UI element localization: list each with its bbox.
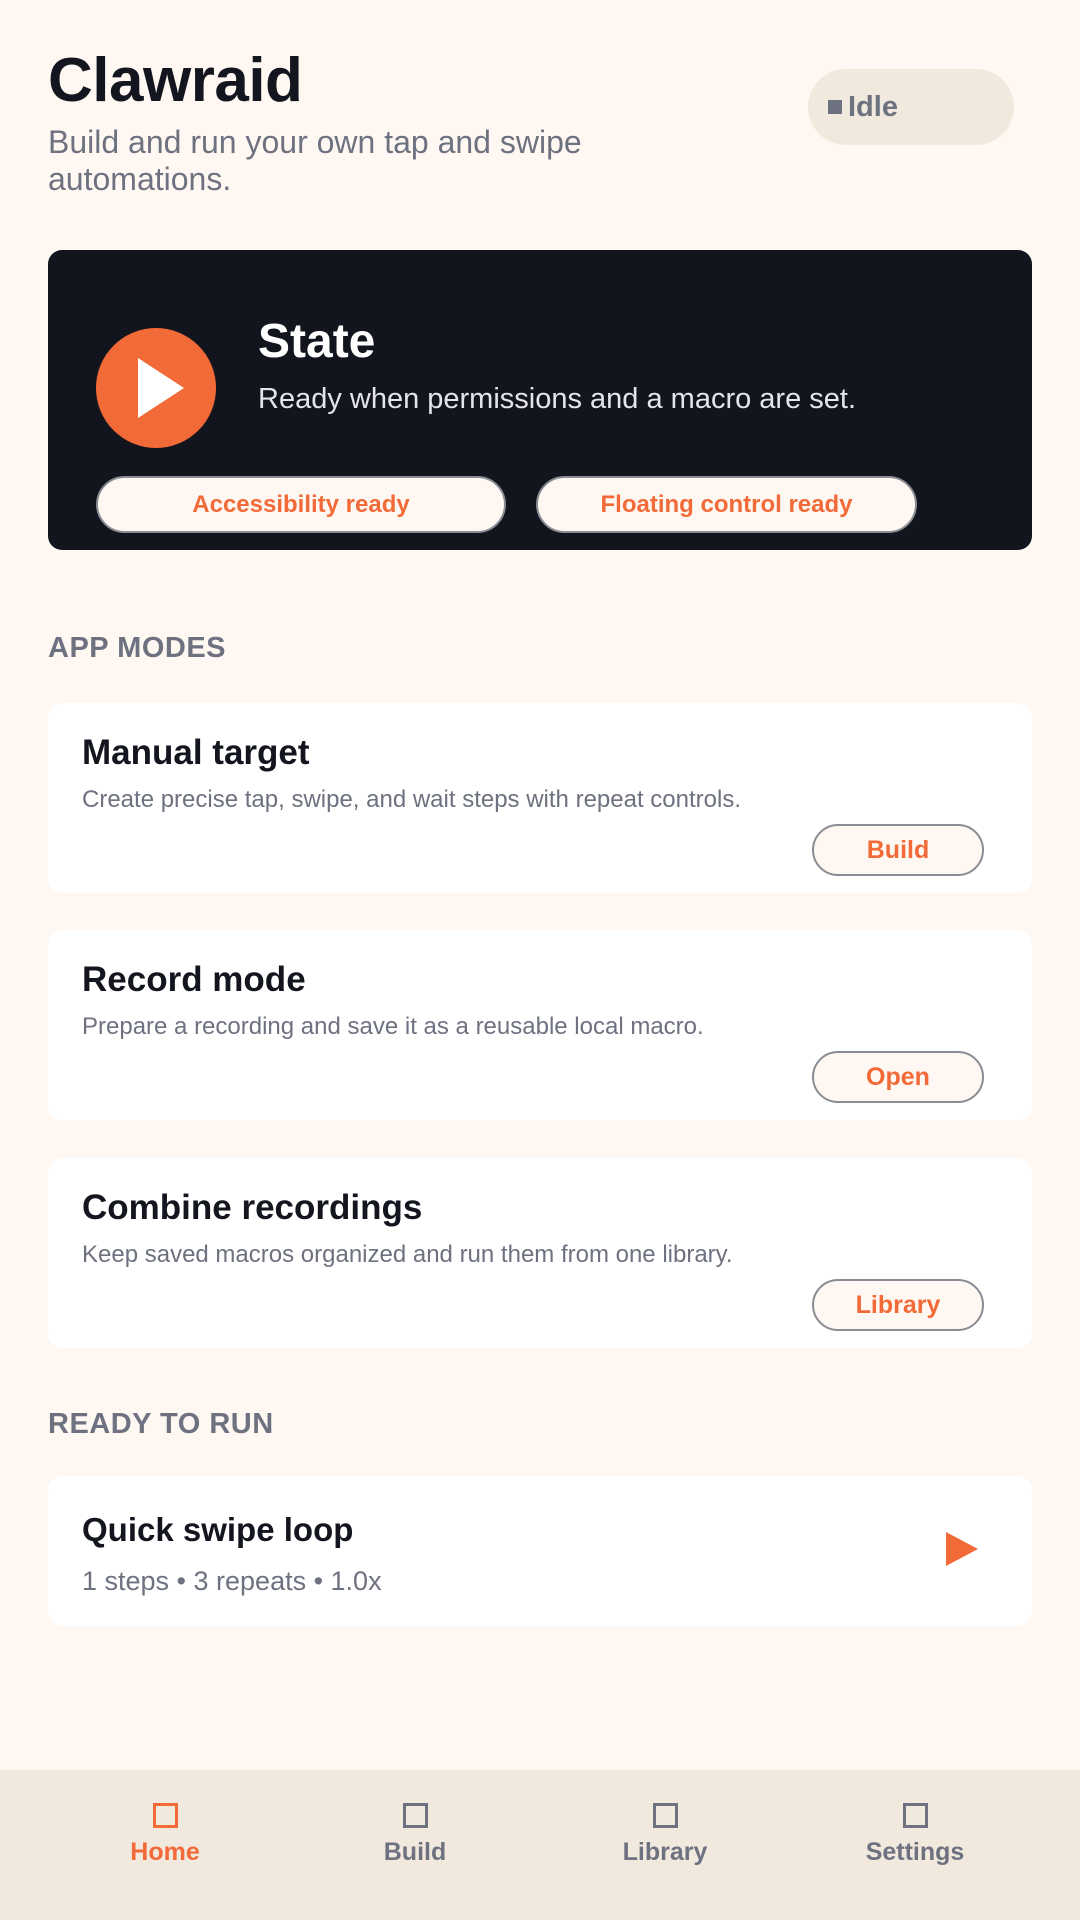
mode-title: Manual target [82,733,310,772]
mode-description: Keep saved macros organized and run them… [82,1241,733,1268]
mode-card-manual-target: Manual target Create precise tap, swipe,… [48,703,1032,893]
nav-item-settings[interactable]: Settings [790,1770,1040,1920]
header: Clawraid Build and run your own tap and … [48,48,1032,208]
nav-label: Home [130,1838,200,1866]
state-title: State [258,315,376,368]
bottom-nav: Home Build Library Settings [0,1770,1080,1920]
mode-description: Prepare a recording and save it as a reu… [82,1013,704,1040]
play-icon [138,358,184,418]
mode-card-combine-recordings: Combine recordings Keep saved macros org… [48,1158,1032,1348]
ready-to-run-heading: READY TO RUN [48,1408,274,1440]
mode-title: Record mode [82,960,306,999]
mode-title: Combine recordings [82,1188,423,1227]
accessibility-ready-chip[interactable]: Accessibility ready [96,476,506,533]
floating-control-ready-chip[interactable]: Floating control ready [536,476,917,533]
mode-card-record-mode: Record mode Prepare a recording and save… [48,930,1032,1120]
app-modes-heading: APP MODES [48,632,227,664]
macro-card-quick-swipe-loop[interactable]: Quick swipe loop 1 steps • 3 repeats • 1… [48,1476,1032,1626]
status-badge: Idle [808,69,1014,145]
open-button[interactable]: Open [812,1051,984,1103]
play-icon[interactable] [946,1532,978,1566]
macro-title: Quick swipe loop [82,1511,354,1548]
macro-meta: 1 steps • 3 repeats • 1.0x [82,1566,382,1596]
square-icon [152,1803,178,1828]
library-button[interactable]: Library [812,1279,984,1331]
state-card: State Ready when permissions and a macro… [48,250,1032,550]
nav-label: Build [383,1838,447,1866]
square-icon [402,1803,428,1828]
square-icon [902,1803,928,1828]
state-description: Ready when permissions and a macro are s… [258,383,857,415]
state-play-button[interactable] [96,328,216,448]
app-subtitle: Build and run your own tap and swipe aut… [48,124,582,197]
nav-label: Settings [865,1838,965,1866]
nav-label: Library [622,1838,708,1866]
mode-description: Create precise tap, swipe, and wait step… [82,786,741,813]
build-button[interactable]: Build [812,824,984,876]
nav-item-library[interactable]: Library [540,1770,790,1920]
nav-item-build[interactable]: Build [290,1770,540,1920]
stop-square-icon [828,100,842,114]
nav-item-home[interactable]: Home [40,1770,290,1920]
square-icon [652,1803,678,1828]
status-label: Idle [848,90,898,123]
